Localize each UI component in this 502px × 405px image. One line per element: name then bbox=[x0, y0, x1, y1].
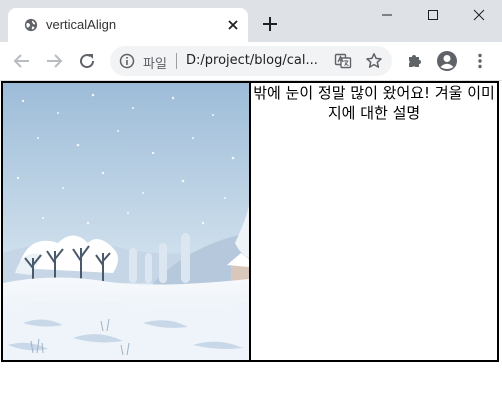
description-cell: 밖에 눈이 정말 많이 왔어요! 겨울 이미지에 대한 설명 bbox=[249, 81, 499, 362]
minimize-button[interactable] bbox=[364, 0, 410, 30]
close-icon bbox=[473, 9, 485, 21]
maximize-button[interactable] bbox=[410, 0, 456, 30]
info-icon[interactable] bbox=[119, 53, 135, 69]
browser-toolbar: 파일 D:/project/blog/cal... bbox=[0, 42, 502, 81]
window-close-button[interactable] bbox=[456, 0, 502, 30]
table-row: 밖에 눈이 정말 많이 왔어요! 겨울 이미지에 대한 설명 bbox=[1, 81, 499, 362]
arrow-left-icon bbox=[13, 54, 29, 68]
winter-landscape-image bbox=[3, 83, 249, 360]
browser-window: verticalAlign 파일 D:/project/blog/cal... … bbox=[0, 0, 502, 405]
page-viewport: 밖에 눈이 정말 많이 왔어요! 겨울 이미지에 대한 설명 bbox=[0, 81, 502, 405]
arrow-right-icon bbox=[47, 54, 63, 68]
puzzle-piece-icon bbox=[409, 55, 421, 67]
reload-button[interactable] bbox=[76, 50, 98, 72]
browser-tab[interactable]: verticalAlign bbox=[8, 8, 248, 42]
translate-icon[interactable] bbox=[334, 52, 352, 70]
address-bar[interactable]: 파일 D:/project/blog/cal... bbox=[110, 46, 392, 76]
close-icon[interactable] bbox=[226, 18, 240, 32]
maximize-icon bbox=[428, 10, 438, 20]
tab-strip: verticalAlign bbox=[0, 0, 502, 42]
kebab-menu-icon bbox=[478, 53, 482, 69]
extensions-button[interactable] bbox=[404, 50, 426, 72]
avatar-icon bbox=[437, 51, 457, 71]
menu-button[interactable] bbox=[469, 50, 491, 72]
image-description-text: 밖에 눈이 정말 많이 왔어요! 겨울 이미지에 대한 설명 bbox=[253, 84, 495, 122]
tab-title: verticalAlign bbox=[46, 17, 117, 32]
bookmark-star-icon[interactable] bbox=[365, 52, 383, 70]
image-cell bbox=[1, 81, 251, 362]
profile-button[interactable] bbox=[436, 50, 458, 72]
url-scheme-label: 파일 bbox=[143, 57, 167, 72]
content-table: 밖에 눈이 정말 많이 왔어요! 겨울 이미지에 대한 설명 bbox=[1, 81, 499, 362]
minimize-icon bbox=[382, 14, 392, 16]
omnibox-divider bbox=[176, 53, 177, 69]
forward-button[interactable] bbox=[43, 50, 65, 72]
url-text[interactable]: D:/project/blog/cal... bbox=[186, 53, 318, 68]
globe-icon bbox=[24, 18, 38, 32]
reload-icon bbox=[80, 54, 95, 69]
back-button[interactable] bbox=[11, 50, 33, 72]
new-tab-button[interactable] bbox=[260, 14, 280, 34]
